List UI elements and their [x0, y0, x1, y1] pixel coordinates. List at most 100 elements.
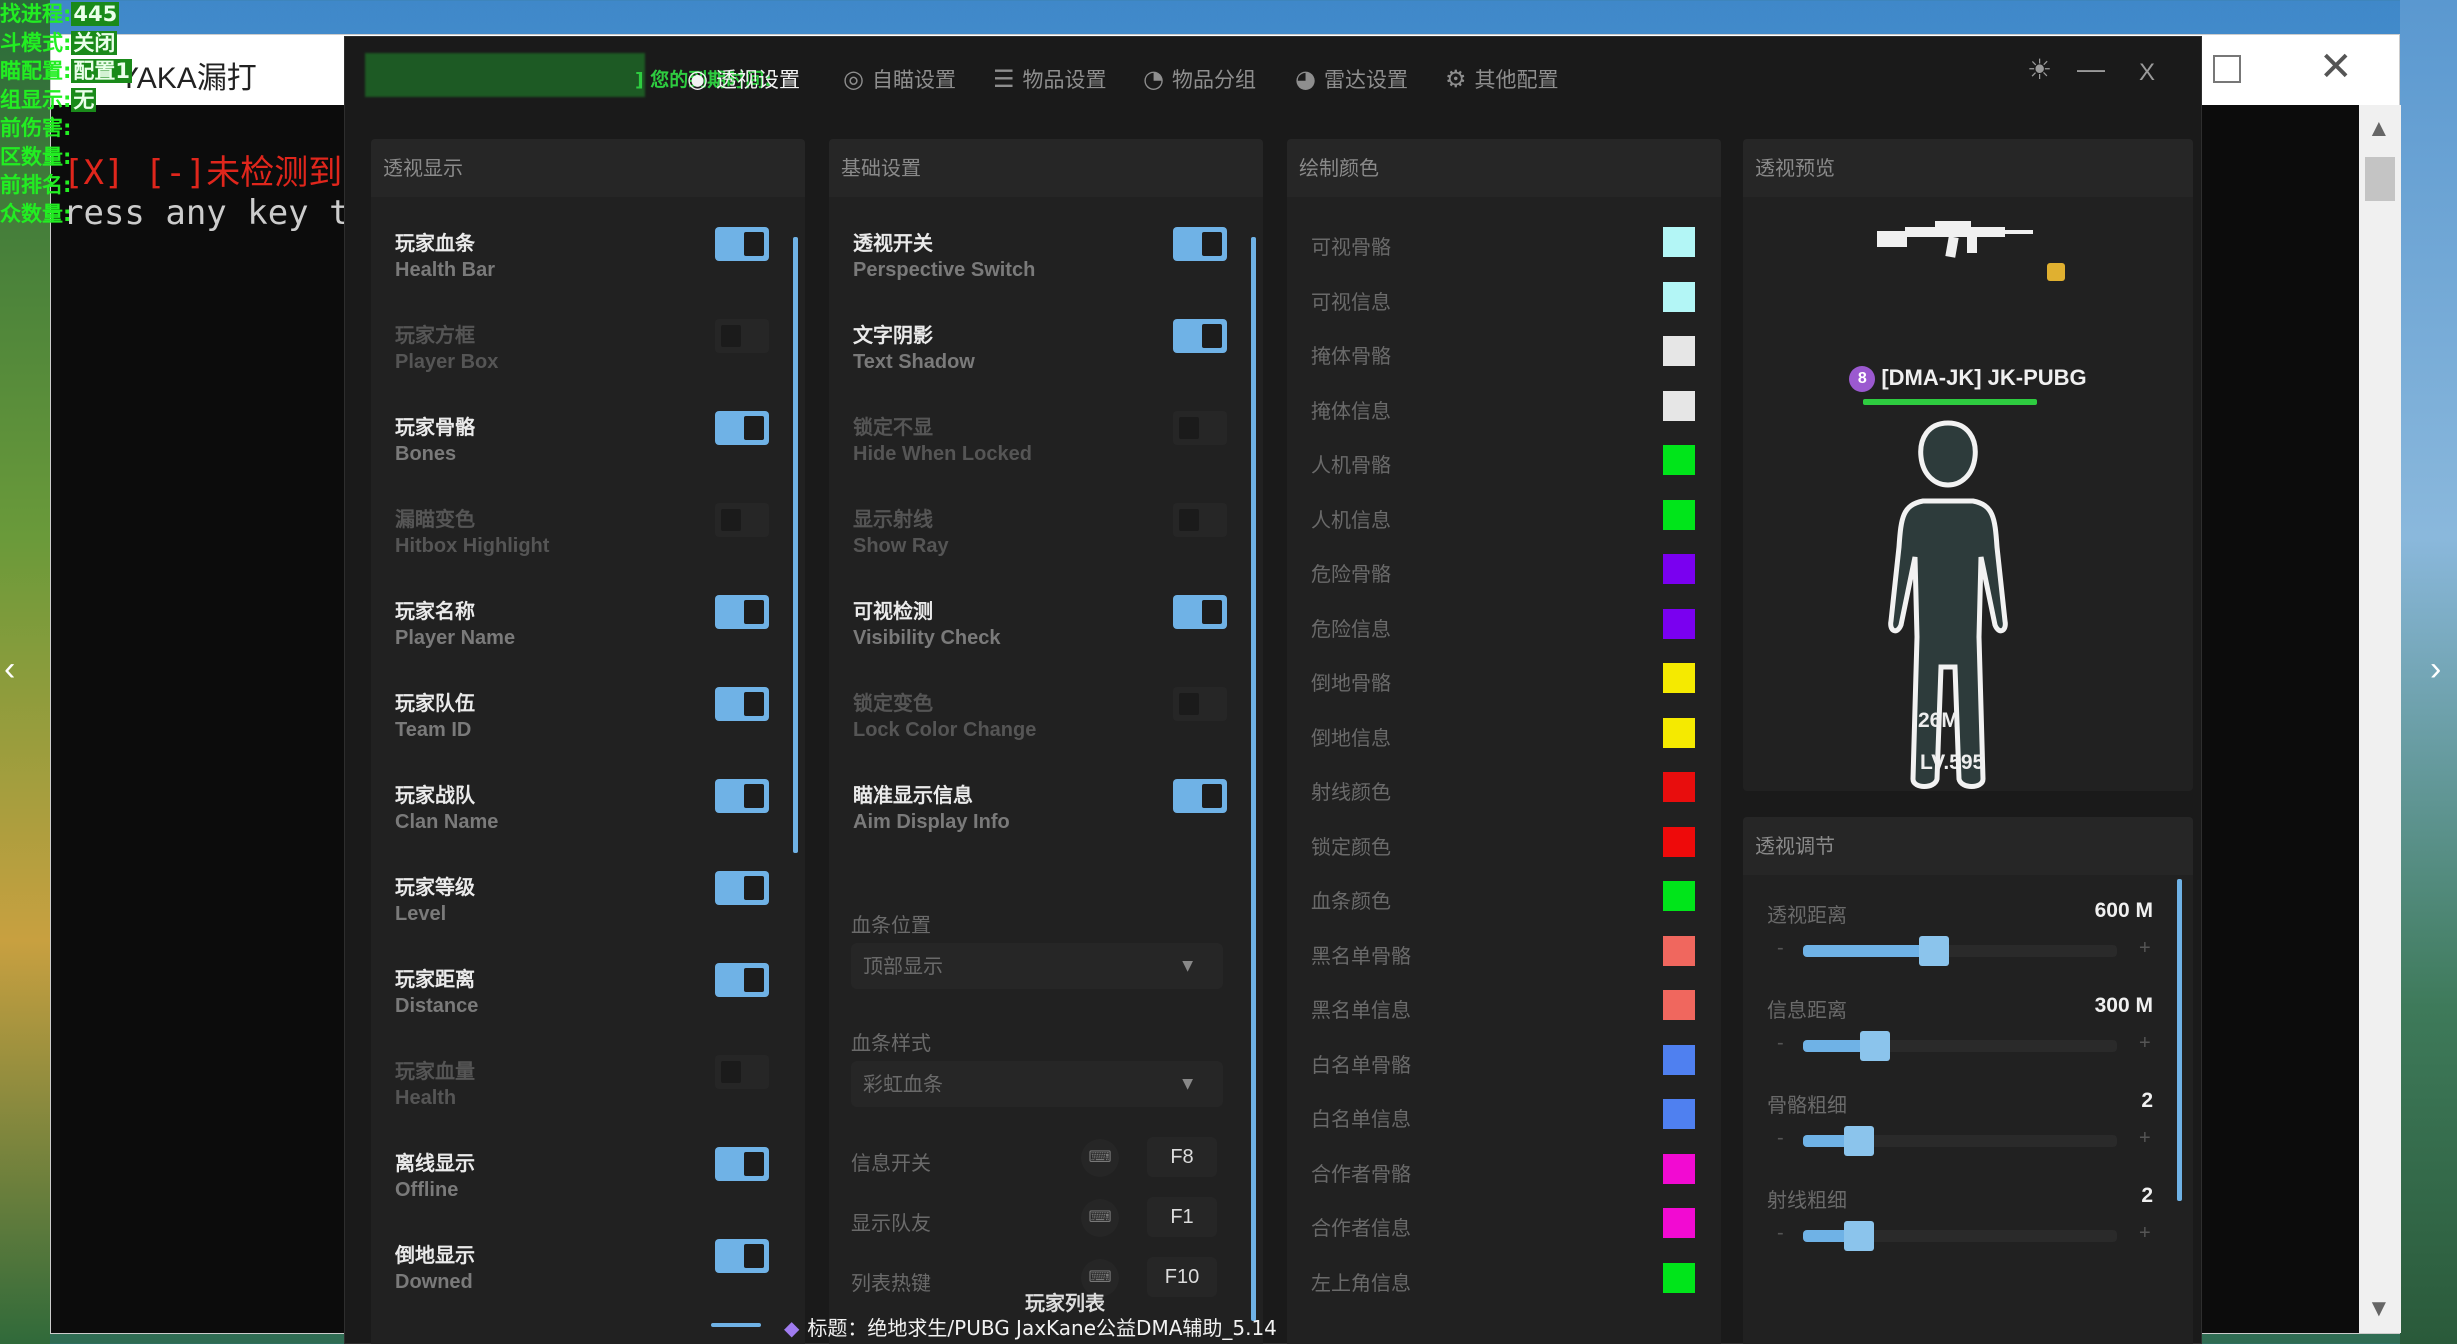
color-swatch[interactable]: [1663, 608, 1695, 639]
tab-6[interactable]: ⚙ 其他配置: [1445, 59, 1559, 99]
slider-track[interactable]: [1803, 1126, 2117, 1156]
setting-label-en: Offline: [395, 1179, 459, 1201]
color-swatch[interactable]: [1663, 935, 1695, 966]
close-button[interactable]: X: [2139, 59, 2155, 87]
color-swatch[interactable]: [1663, 717, 1695, 748]
color-row: 左上角信息: [1287, 1253, 1721, 1307]
color-swatch[interactable]: [1663, 663, 1695, 693]
preview-health-bar: [1863, 399, 2037, 405]
slider-fill: [1803, 945, 1925, 957]
preview-distance: 26M: [1918, 709, 1959, 732]
toggle-switch[interactable]: [715, 595, 769, 629]
scroll-up-icon[interactable]: ▲: [2367, 115, 2391, 143]
video-caption: ◆ 标题：绝地求生/PUBG JaxKane公益DMA辅助_5.14: [784, 1312, 1277, 1341]
next-arrow-icon[interactable]: ›: [2430, 650, 2441, 689]
prev-arrow-icon[interactable]: ‹: [4, 650, 15, 689]
slider-handle[interactable]: [1844, 1221, 1874, 1251]
plus-icon[interactable]: +: [2139, 1127, 2151, 1150]
slider-handle[interactable]: [1844, 1126, 1874, 1156]
slider-track[interactable]: [1803, 936, 2117, 966]
maximize-icon[interactable]: [2213, 55, 2241, 83]
minus-icon[interactable]: -: [1777, 1127, 1784, 1150]
color-swatch[interactable]: [1663, 227, 1695, 257]
gear-icon: ⚙: [1445, 65, 1467, 93]
setting-label-zh: 透视开关: [853, 231, 933, 255]
toggle-switch[interactable]: [1173, 503, 1227, 537]
plus-icon[interactable]: +: [2139, 937, 2151, 960]
toggle-switch[interactable]: [715, 1239, 769, 1273]
player-name-text: [DMA-JK] JK-PUBG: [1881, 365, 2087, 390]
scroll-down-icon[interactable]: ▼: [2367, 1295, 2391, 1323]
color-swatch[interactable]: [1663, 281, 1695, 312]
color-swatch[interactable]: [1663, 772, 1695, 802]
toggle-switch[interactable]: [1173, 779, 1227, 813]
toggle-switch[interactable]: [715, 319, 769, 353]
color-label: 倒地信息: [1311, 725, 1391, 750]
setting-label-zh: 玩家骨骼: [395, 415, 475, 439]
slider-track[interactable]: [1803, 1031, 2117, 1061]
plus-icon[interactable]: +: [2139, 1222, 2151, 1245]
color-swatch[interactable]: [1663, 445, 1695, 475]
color-label: 锁定颜色: [1311, 834, 1391, 859]
toggle-switch[interactable]: [715, 227, 769, 261]
color-row: 人机信息: [1287, 490, 1721, 544]
overlay-line: 前伤害:: [0, 114, 130, 143]
color-row: 白名单信息: [1287, 1089, 1721, 1143]
toggle-switch[interactable]: [1173, 319, 1227, 353]
color-row: 白名单骨骼: [1287, 1035, 1721, 1089]
color-swatch[interactable]: [1663, 1262, 1695, 1293]
toggle-switch[interactable]: [715, 411, 769, 445]
color-swatch[interactable]: [1663, 336, 1695, 366]
color-swatch[interactable]: [1663, 390, 1695, 421]
tab-2[interactable]: ◎ 自瞄设置: [843, 59, 956, 99]
color-swatch[interactable]: [1663, 1153, 1695, 1184]
color-swatch[interactable]: [1663, 826, 1695, 857]
hotkey-value[interactable]: F8: [1147, 1137, 1217, 1177]
minus-icon[interactable]: -: [1777, 1222, 1784, 1245]
close-icon[interactable]: ✕: [2319, 47, 2353, 87]
toggle-switch[interactable]: [715, 687, 769, 721]
color-swatch[interactable]: [1663, 1099, 1695, 1129]
tab-3[interactable]: ☰ 物品设置: [993, 59, 1107, 99]
toggle-switch[interactable]: [715, 503, 769, 537]
color-swatch[interactable]: [1663, 499, 1695, 530]
color-swatch[interactable]: [1663, 990, 1695, 1020]
setting-label-en: Distance: [395, 995, 479, 1017]
toggle-switch[interactable]: [715, 1147, 769, 1181]
panel-scrollbar[interactable]: [2177, 879, 2182, 1201]
toggle-switch[interactable]: [715, 1055, 769, 1089]
slider-row: 射线粗细 2 - +: [1743, 1184, 2193, 1264]
console-scrollbar[interactable]: ▲ ▼: [2359, 105, 2401, 1333]
toggle-switch[interactable]: [715, 871, 769, 905]
color-swatch[interactable]: [1663, 1208, 1695, 1238]
display-panel: 透视显示 玩家血条 Health Bar 玩家方框 Player Box 玩家骨骼 Bon…: [371, 139, 805, 1344]
tab-5[interactable]: ◕ 雷达设置: [1295, 59, 1408, 99]
theme-icon[interactable]: ☀: [2027, 53, 2052, 86]
plus-icon[interactable]: +: [2139, 1032, 2151, 1055]
minus-icon[interactable]: -: [1777, 937, 1784, 960]
tab-4[interactable]: ◔ 物品分组: [1143, 59, 1256, 99]
slider-handle[interactable]: [1919, 936, 1949, 966]
minimize-button[interactable]: —: [2077, 53, 2105, 85]
toggle-switch[interactable]: [715, 963, 769, 997]
slider-track[interactable]: [1803, 1221, 2117, 1251]
hp-position-select[interactable]: 顶部显示 ▼: [851, 943, 1223, 989]
panel-scrollbar[interactable]: [793, 237, 798, 853]
tab-1[interactable]: ◉ 透视设置: [687, 59, 800, 99]
color-swatch[interactable]: [1663, 881, 1695, 911]
scroll-thumb[interactable]: [2365, 157, 2395, 201]
toggle-switch[interactable]: [1173, 687, 1227, 721]
hotkey-value[interactable]: F10: [1147, 1257, 1217, 1297]
slider-label: 信息距离: [1767, 998, 1847, 1022]
slider-handle[interactable]: [1860, 1031, 1890, 1061]
minus-icon[interactable]: -: [1777, 1032, 1784, 1055]
color-swatch[interactable]: [1663, 554, 1695, 584]
toggle-switch[interactable]: [1173, 227, 1227, 261]
toggle-switch[interactable]: [1173, 595, 1227, 629]
hp-style-select[interactable]: 彩虹血条 ▼: [851, 1061, 1223, 1107]
hotkey-value[interactable]: F1: [1147, 1197, 1217, 1237]
toggle-switch[interactable]: [1173, 411, 1227, 445]
color-swatch[interactable]: [1663, 1044, 1695, 1075]
toggle-switch[interactable]: [715, 779, 769, 813]
panel-scrollbar[interactable]: [1251, 237, 1256, 1321]
